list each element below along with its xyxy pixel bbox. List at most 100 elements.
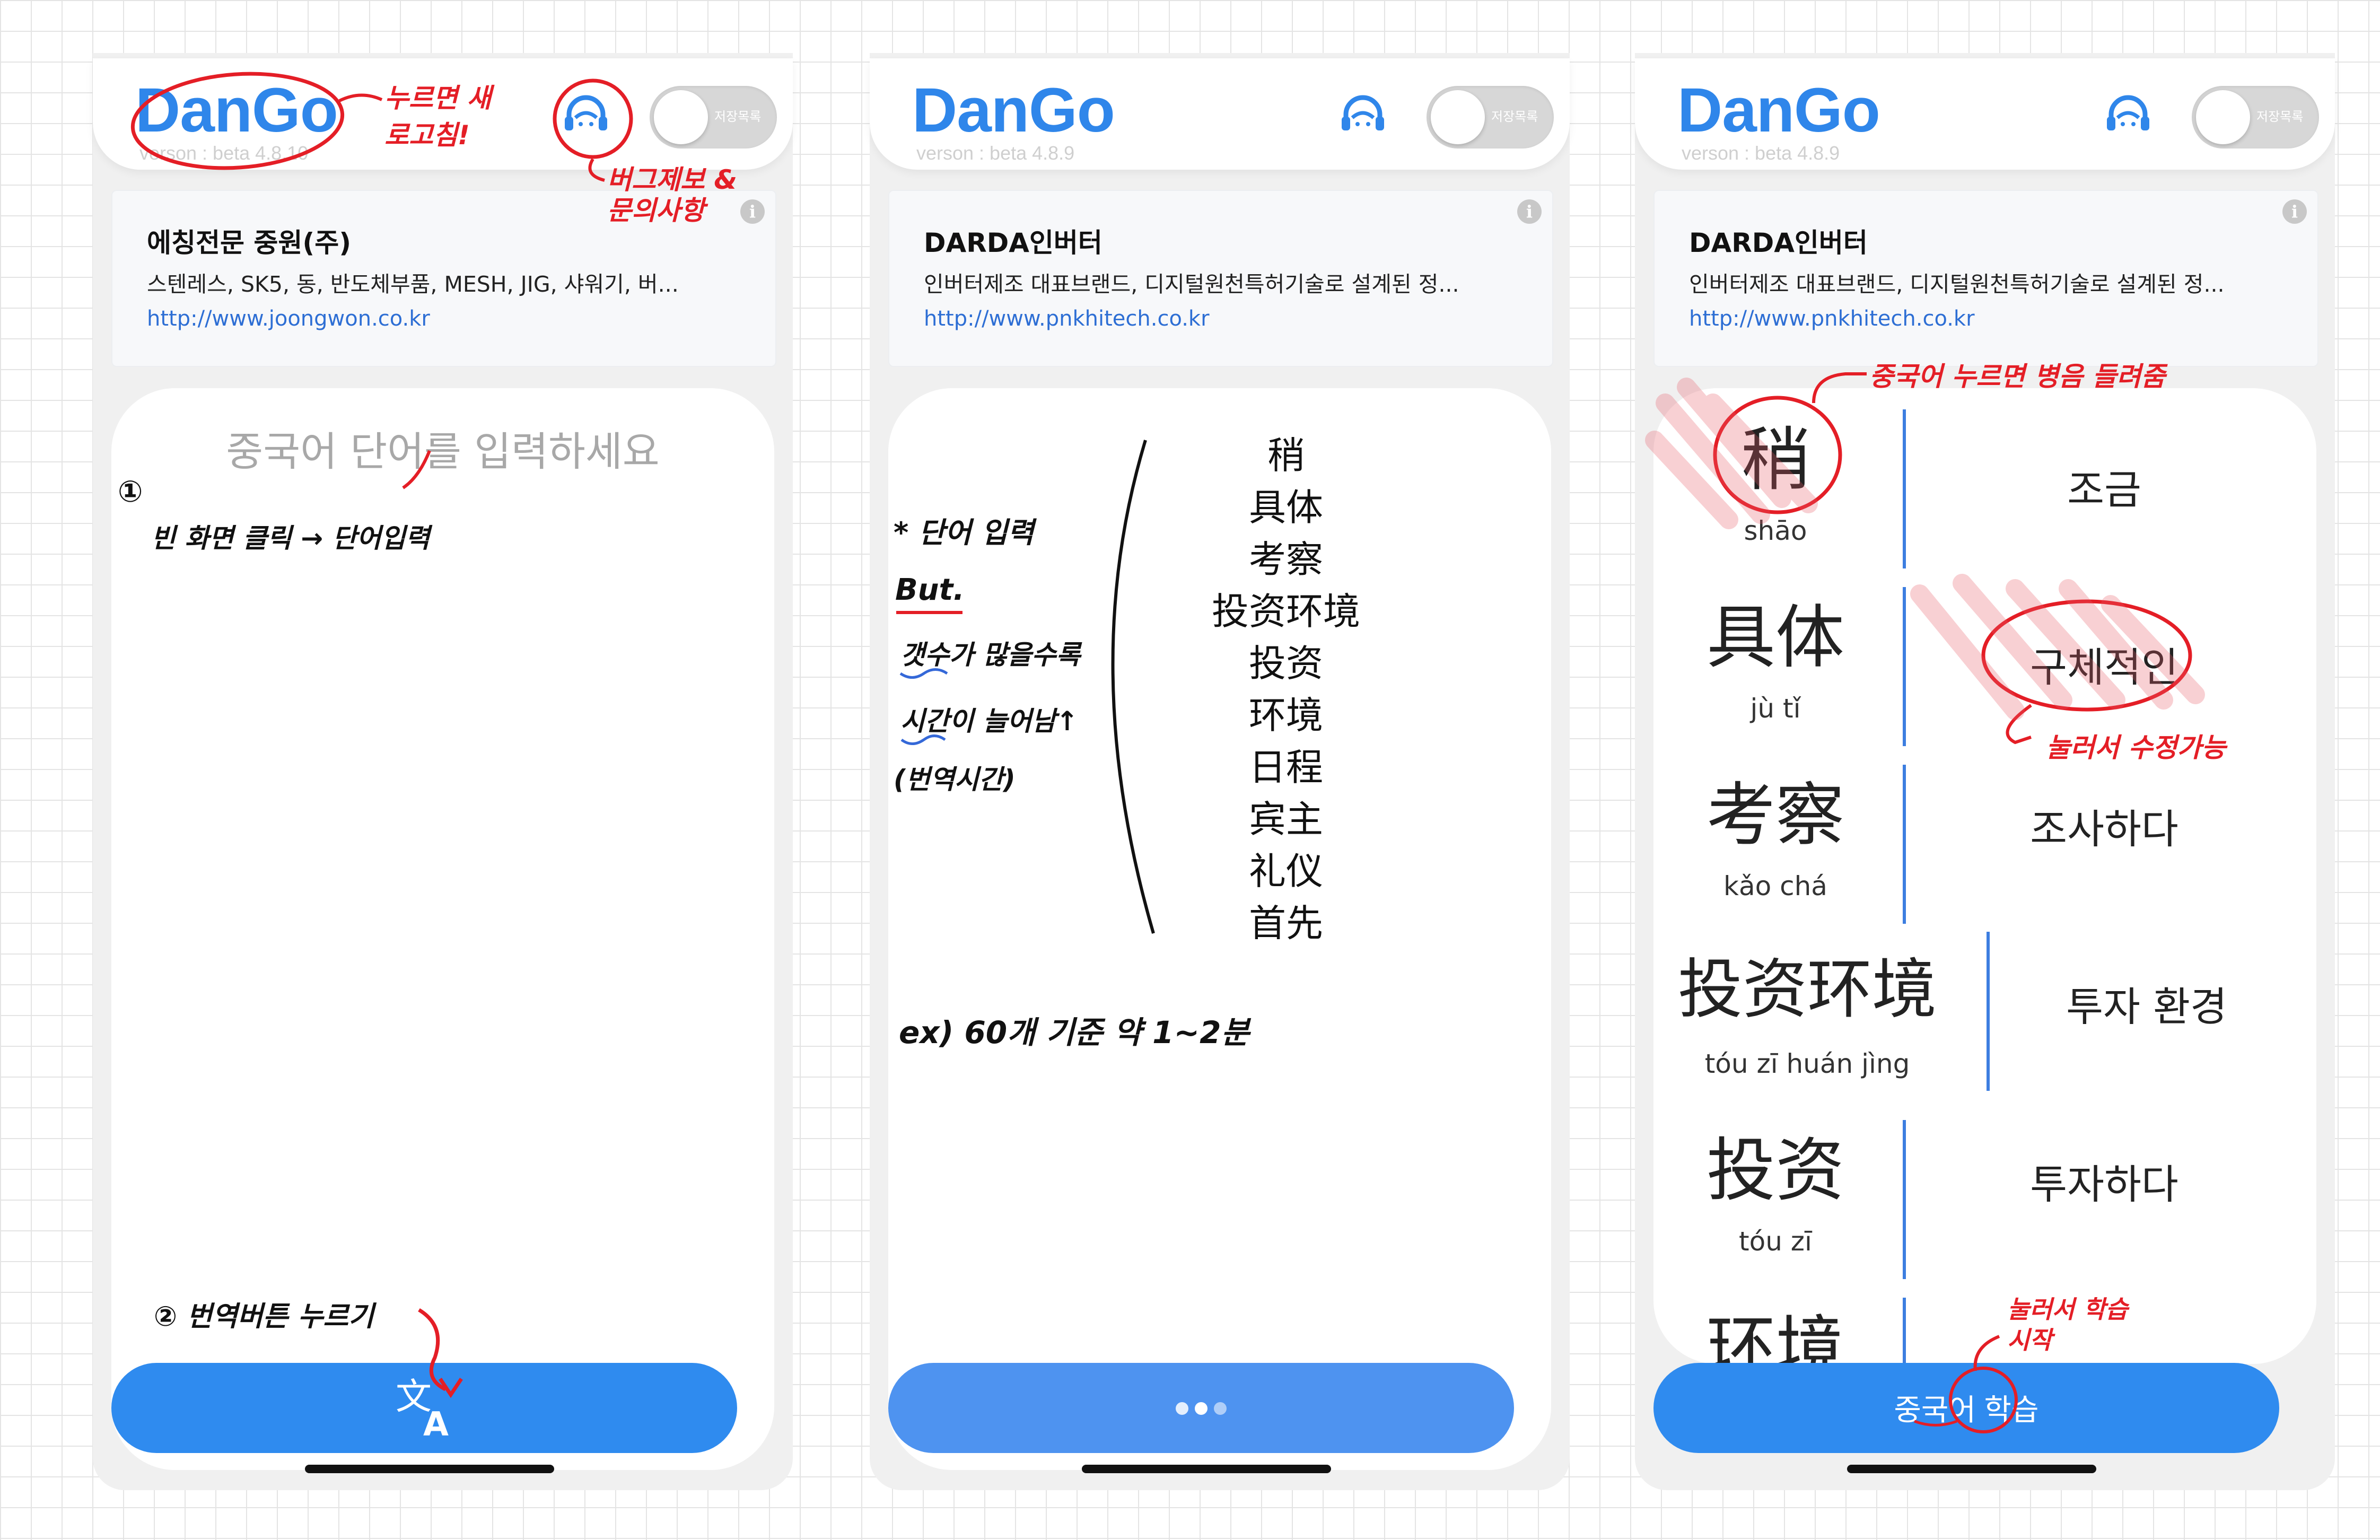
home-indicator (1847, 1465, 2096, 1473)
ad-company: 에칭전문 중원(주) (147, 228, 352, 258)
annotation-study: 눌러서 학습시작 (2007, 1295, 2128, 1354)
app-logo[interactable]: DanGo (135, 74, 338, 146)
hanzi-button[interactable]: 考察 (1669, 759, 1882, 859)
pinyin-label: kǎo chá (1723, 871, 1827, 902)
result-row: 考察 kǎo chá 조사하다 (1653, 743, 2316, 924)
ad-description: 인버터제조 대표브랜드, 디지털원천특허기술로 설계된 정... (924, 272, 1459, 297)
saved-list-toggle[interactable]: 저장목록 (650, 86, 777, 148)
toggle-knob (1431, 90, 1485, 144)
row-divider (1903, 409, 1906, 568)
toggle-knob (2196, 90, 2250, 144)
toggle-knob (654, 90, 708, 144)
annotation-input: * 단어 입력 (894, 516, 1034, 549)
pinyin-label: jù tǐ (1750, 693, 1801, 724)
input-word: 投资 (1249, 642, 1323, 685)
input-word: 宾主 (1249, 798, 1323, 841)
annotation-step1: 빈 화면 클릭 → 단어입력 (151, 523, 430, 554)
hanzi-button[interactable]: 环境 (1669, 1292, 1882, 1364)
annotation-edit: 눌러서 수정가능 (2046, 732, 2226, 763)
result-row: 投资环境 tóu zī huán jìng 투자 환경 (1653, 921, 2316, 1091)
annotation-pinyin: 중국어 누르면 병음 들려줌 (1869, 361, 2166, 392)
input-word: 环境 (1249, 694, 1323, 737)
ad-card[interactable]: i DARDA인버터 인버터제조 대표브랜드, 디지털원천특허기술로 설계된 정… (888, 190, 1553, 367)
translate-button-loading[interactable] (888, 1363, 1514, 1453)
input-word-list: 稍 具体 考察 投资环境 投资 环境 日程 宾主 礼仪 首先 (1127, 430, 1445, 949)
pinyin-label: shāo (1744, 515, 1807, 546)
info-icon[interactable]: i (740, 199, 765, 224)
korean-meaning[interactable]: 조금 (1908, 457, 2300, 515)
annotation-step2: ② 번역버튼 누르기 (154, 1301, 374, 1333)
support-headset-icon[interactable] (559, 90, 612, 143)
input-word: 具体 (1249, 486, 1323, 529)
result-row: 具体 jù tǐ 구체적인 (1653, 566, 2316, 746)
ad-company: DARDA인버터 (1689, 228, 1868, 258)
korean-meaning[interactable]: 투자하다 (1908, 1152, 2300, 1210)
support-headset-icon[interactable] (2102, 90, 2155, 143)
result-row: 环境 (1653, 1276, 2316, 1364)
app-header: DanGo verson : beta 4.8.9 저장목록 (870, 58, 1570, 170)
hanzi-button[interactable]: 投资环境 (1669, 937, 1945, 1031)
version-label: verson : beta 4.8.9 (916, 142, 1075, 164)
input-word: 礼仪 (1249, 850, 1323, 893)
row-divider (1987, 932, 1990, 1091)
study-button-label: 중국어 학습 (1894, 1393, 2039, 1427)
hanzi-button[interactable]: 稍 (1669, 404, 1882, 504)
hanzi-button[interactable]: 投资 (1669, 1115, 1882, 1214)
row-divider (1903, 1298, 1906, 1364)
ad-description: 스텐레스, SK5, 동, 반도체부품, MESH, JIG, 샤워기, 버..… (147, 272, 679, 297)
result-list: 稍 shāo 조금 具体 jù tǐ 구체적인 考察 kǎo chá 조사하다 … (1653, 388, 2316, 1364)
pinyin-label: tóu zī (1739, 1226, 1812, 1257)
saved-list-toggle[interactable]: 저장목록 (1427, 86, 1554, 148)
korean-meaning[interactable]: 조사하다 (1908, 797, 2300, 855)
home-indicator (1082, 1465, 1331, 1473)
pinyin-label: tóu zī huán jìng (1704, 1048, 1910, 1079)
info-icon[interactable]: i (2282, 199, 2307, 224)
ad-url[interactable]: http://www.pnkhitech.co.kr (1689, 307, 1975, 331)
annotation-but: But. (895, 573, 965, 607)
ad-url[interactable]: http://www.joongwon.co.kr (147, 307, 430, 331)
input-word: 投资环境 (1212, 590, 1360, 633)
row-divider (1903, 587, 1906, 746)
ad-description: 인버터제조 대표브랜드, 디지털원천특허기술로 설계된 정... (1689, 272, 2225, 297)
hanzi-button[interactable]: 具体 (1669, 582, 1882, 681)
version-label: verson : beta 4.8.10 (139, 142, 309, 164)
result-row: 稍 shāo 조금 (1653, 388, 2316, 568)
home-indicator (305, 1465, 554, 1473)
input-word: 考察 (1249, 538, 1323, 581)
info-icon[interactable]: i (1517, 199, 1542, 224)
study-chinese-button[interactable]: 중국어 학습 (1653, 1363, 2279, 1453)
translate-icon: 文 A (396, 1376, 449, 1440)
result-row: 投资 tóu zī 투자하다 (1653, 1099, 2316, 1279)
input-word: 日程 (1249, 746, 1323, 789)
row-divider (1903, 1120, 1906, 1279)
screen-1: DanGo verson : beta 4.8.10 저장목록 i 에칭전문 중… (93, 53, 793, 1490)
annotation-logo: 누르면 새로고침! (384, 83, 492, 151)
saved-list-toggle[interactable]: 저장목록 (2192, 86, 2319, 148)
korean-meaning[interactable]: 투자 환경 (1993, 974, 2300, 1032)
input-placeholder: 중국어 단어를 입력하세요 (226, 428, 660, 475)
korean-meaning[interactable]: 구체적인 (1908, 635, 2300, 693)
row-divider (1903, 765, 1906, 924)
svg-text:A: A (423, 1405, 449, 1440)
support-headset-icon[interactable] (1336, 90, 1389, 143)
ad-company: DARDA인버터 (924, 228, 1102, 258)
annotation-paren: (번역시간) (894, 764, 1016, 795)
ad-card[interactable]: i DARDA인버터 인버터제조 대표브랜드, 디지털원천특허기술로 설계된 정… (1653, 190, 2318, 367)
version-label: verson : beta 4.8.9 (1682, 142, 1840, 164)
annotation-example: ex) 60개 기준 약 1~2분 (899, 1014, 1249, 1051)
annotation-step1-number: ① (118, 475, 143, 509)
app-logo[interactable]: DanGo (912, 74, 1115, 146)
ad-url[interactable]: http://www.pnkhitech.co.kr (924, 307, 1210, 331)
toggle-label: 저장목록 (2256, 109, 2304, 124)
toggle-label: 저장목록 (1491, 109, 1538, 124)
loading-dots-icon (888, 1363, 1514, 1453)
annotation-more: 갯수가 많을수록 (900, 640, 1081, 670)
screen-3: DanGo verson : beta 4.8.9 저장목록 i DARDA인버… (1635, 53, 2335, 1490)
annotation-support: 버그제보 & 문의사항 (607, 164, 738, 226)
toggle-label: 저장목록 (714, 109, 762, 124)
app-logo[interactable]: DanGo (1677, 74, 1880, 146)
annotation-time: 시간이 늘어남↑ (900, 706, 1079, 737)
input-word: 稍 (1267, 434, 1305, 477)
input-word: 首先 (1249, 902, 1323, 945)
translate-button[interactable]: 文 A (111, 1363, 737, 1453)
